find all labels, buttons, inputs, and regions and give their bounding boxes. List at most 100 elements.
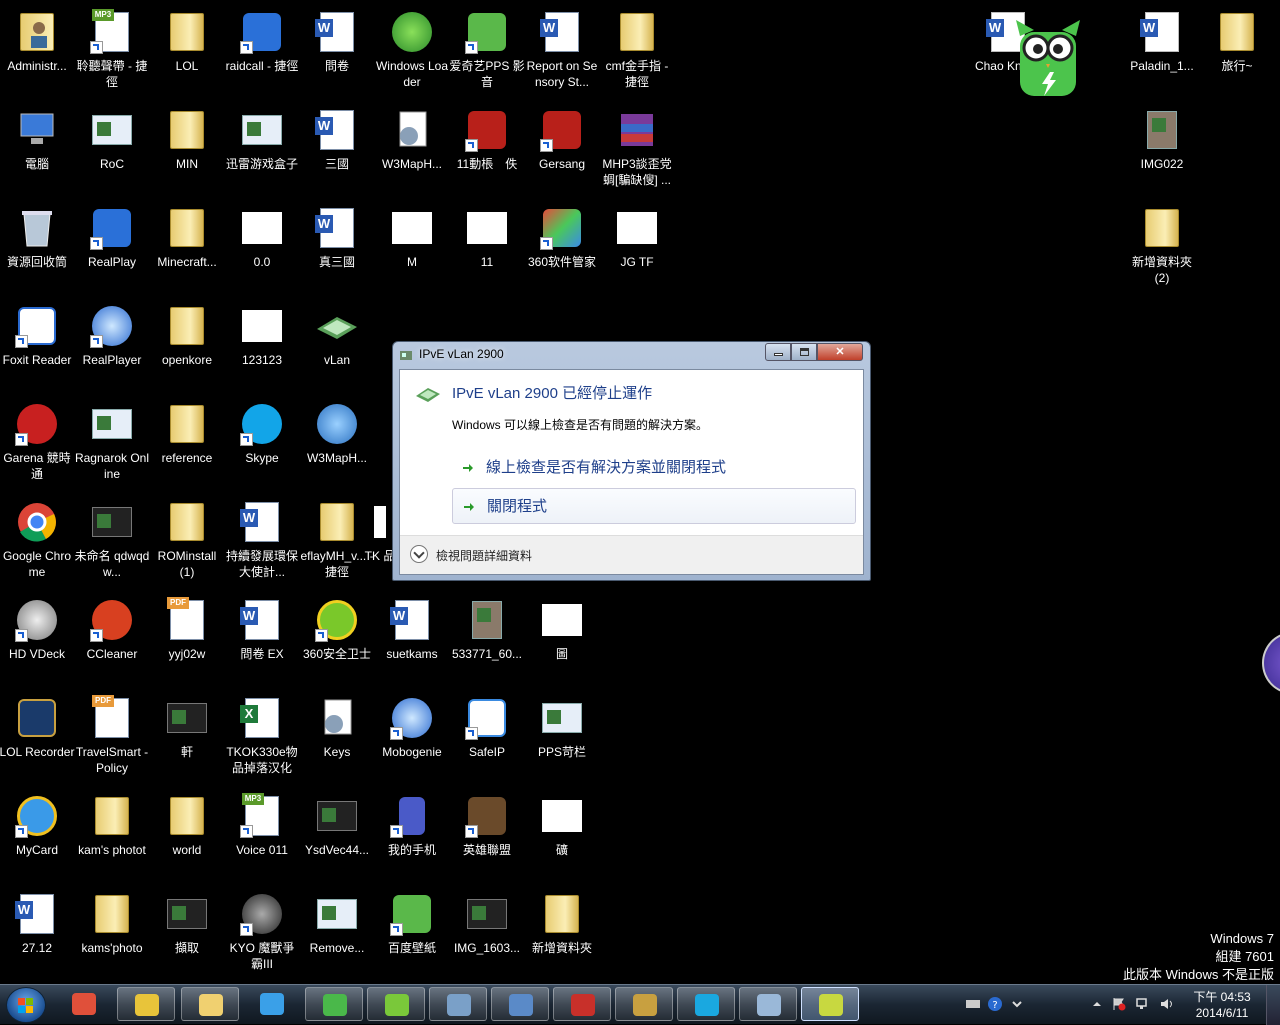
desktop-icon[interactable]: Garena 競時通	[0, 396, 75, 486]
taskbar-button-chat-bubbles[interactable]	[739, 987, 797, 1021]
taskbar-button-file-explorer[interactable]	[181, 987, 239, 1021]
desktop-icon[interactable]: suetkams	[374, 592, 450, 682]
desktop-icon[interactable]: 三國	[299, 102, 375, 192]
desktop-icon[interactable]: MIN	[149, 102, 225, 192]
desktop-icon[interactable]: 未命名 qdwqdw...	[74, 494, 150, 584]
taskbar-button-network-app[interactable]	[491, 987, 549, 1021]
desktop-icon[interactable]: yyj02w	[149, 592, 225, 682]
volume-icon[interactable]	[1160, 997, 1174, 1011]
desktop-icon[interactable]: world	[149, 788, 225, 878]
desktop-icon[interactable]: 資源回收筒	[0, 200, 75, 290]
desktop-icon[interactable]: IMG022	[1124, 102, 1200, 192]
desktop-icon[interactable]: 旅行~	[1199, 4, 1275, 94]
mascot-gadget-icon[interactable]	[1012, 18, 1084, 102]
desktop-icon[interactable]: 擷取	[149, 886, 225, 976]
show-desktop-button[interactable]	[1266, 985, 1280, 1025]
system-clock[interactable]: 下午 04:53 2014/6/11	[1184, 989, 1260, 1021]
desktop-icon[interactable]: CCleaner	[74, 592, 150, 682]
desktop-icon[interactable]: W3MapH...	[299, 396, 375, 486]
desktop-icon[interactable]: RealPlayer	[74, 298, 150, 388]
desktop-icon[interactable]: 真三國	[299, 200, 375, 290]
action-center-icon[interactable]	[1112, 997, 1126, 1011]
desktop-icon[interactable]: 爱奇艺PPS 影音	[449, 4, 525, 94]
desktop-icon[interactable]: M	[374, 200, 450, 290]
desktop-icon[interactable]: 迅雷游戏盒子	[224, 102, 300, 192]
taskbar-button-league-of-legends[interactable]	[615, 987, 673, 1021]
desktop-icon[interactable]: 持續發展環保大使計...	[224, 494, 300, 584]
desktop-icon[interactable]: 英雄聯盟	[449, 788, 525, 878]
desktop-icon[interactable]: 圖	[524, 592, 600, 682]
taskbar-button-garena[interactable]	[553, 987, 611, 1021]
desktop-icon[interactable]: 27.12	[0, 886, 75, 976]
desktop-icon[interactable]: 360软件管家	[524, 200, 600, 290]
taskbar-button-pinwheel-app[interactable]	[55, 987, 113, 1021]
close-program-option[interactable]: 關閉程式	[452, 488, 856, 524]
online-check-option[interactable]: 線上檢查是否有解決方案並關閉程式	[452, 450, 856, 486]
dialog-titlebar[interactable]: IPvE vLan 2900 ✕	[393, 342, 870, 368]
desktop-icon[interactable]: 問卷 EX	[224, 592, 300, 682]
desktop-icon[interactable]: LOL	[149, 4, 225, 94]
desktop-icon[interactable]: vLan	[299, 298, 375, 388]
desktop-icon[interactable]: 360安全卫士	[299, 592, 375, 682]
desktop-icon[interactable]: Administr...	[0, 4, 75, 94]
show-hidden-icons-icon[interactable]	[1090, 997, 1104, 1011]
taskbar-button-skype[interactable]	[677, 987, 735, 1021]
desktop-icon[interactable]: 我的手机	[374, 788, 450, 878]
desktop-icon[interactable]: W3MapH...	[374, 102, 450, 192]
taskbar-button-baidu-wallpaper[interactable]	[305, 987, 363, 1021]
chevron-down-icon[interactable]	[1010, 997, 1024, 1011]
desktop-icon[interactable]: 533771_60...	[449, 592, 525, 682]
desktop-icon[interactable]: IMG_1603...	[449, 886, 525, 976]
network-icon[interactable]	[1136, 997, 1150, 1011]
desktop-icon[interactable]: openkore	[149, 298, 225, 388]
desktop-icon[interactable]: 問卷	[299, 4, 375, 94]
minimize-button[interactable]	[765, 343, 791, 361]
taskbar-button-vlan-app[interactable]	[801, 987, 859, 1021]
desktop-icon[interactable]: Gersang	[524, 102, 600, 192]
desktop-icon[interactable]: kam's photot	[74, 788, 150, 878]
desktop-icon[interactable]: 電腦	[0, 102, 75, 192]
start-button[interactable]	[6, 987, 46, 1023]
desktop-icon[interactable]: LOL Recorder	[0, 690, 75, 780]
desktop-icon[interactable]: Foxit Reader	[0, 298, 75, 388]
desktop-icon[interactable]: 11	[449, 200, 525, 290]
desktop-icon[interactable]: YsdVec44...	[299, 788, 375, 878]
desktop-icon[interactable]: RealPlay	[74, 200, 150, 290]
desktop-icon[interactable]: 11動棖 佚	[449, 102, 525, 192]
taskbar-button-iqiyi[interactable]	[367, 987, 425, 1021]
desktop-icon[interactable]: 新增資料夾 (2)	[1124, 200, 1200, 290]
desktop-icon[interactable]: 新增資料夾	[524, 886, 600, 976]
taskbar-button-mobogenie[interactable]	[243, 987, 301, 1021]
maximize-button[interactable]	[791, 343, 817, 361]
taskbar-button-chrome[interactable]	[117, 987, 175, 1021]
desktop-icon[interactable]: 聆聽聲帶 - 捷徑	[74, 4, 150, 94]
desktop-icon[interactable]: Remove...	[299, 886, 375, 976]
desktop-icon[interactable]: 0.0	[224, 200, 300, 290]
desktop-icon[interactable]: JG TF	[599, 200, 675, 290]
desktop-icon[interactable]: 軒	[149, 690, 225, 780]
chevron-down-icon[interactable]	[410, 545, 428, 563]
desktop-icon[interactable]: Ragnarok Online	[74, 396, 150, 486]
view-details-link[interactable]: 檢視問題詳細資料	[436, 547, 532, 564]
desktop-icon[interactable]: 百度壁紙	[374, 886, 450, 976]
desktop-icon[interactable]: ROMinstall (1)	[149, 494, 225, 584]
desktop-icon[interactable]: SafeIP	[449, 690, 525, 780]
desktop-icon[interactable]: Paladin_1...	[1124, 4, 1200, 94]
taskbar-button-messenger[interactable]	[429, 987, 487, 1021]
desktop-icon[interactable]: PPS苛栏	[524, 690, 600, 780]
desktop-icon[interactable]: Keys	[299, 690, 375, 780]
close-button[interactable]: ✕	[817, 343, 863, 361]
desktop-icon[interactable]: reference	[149, 396, 225, 486]
desktop-icon[interactable]: Mobogenie	[374, 690, 450, 780]
desktop-icon[interactable]: cmf金手指 - 捷徑	[599, 4, 675, 94]
desktop-icon[interactable]: MHP3談歪党蜩[騙缺傁] ...	[599, 102, 675, 192]
desktop-icon[interactable]: Report on Sensory St...	[524, 4, 600, 94]
desktop-icon[interactable]: 123123	[224, 298, 300, 388]
desktop-icon[interactable]: 礦	[524, 788, 600, 878]
desktop-icon[interactable]: raidcall - 捷徑	[224, 4, 300, 94]
desktop-icon[interactable]: Windows Loader	[374, 4, 450, 94]
desktop-icon[interactable]: MyCard	[0, 788, 75, 878]
desktop-icon[interactable]: TravelSmart - Policy	[74, 690, 150, 780]
desktop-icon[interactable]: KYO 魔獸爭霸III	[224, 886, 300, 976]
desktop-icon[interactable]: Minecraft...	[149, 200, 225, 290]
